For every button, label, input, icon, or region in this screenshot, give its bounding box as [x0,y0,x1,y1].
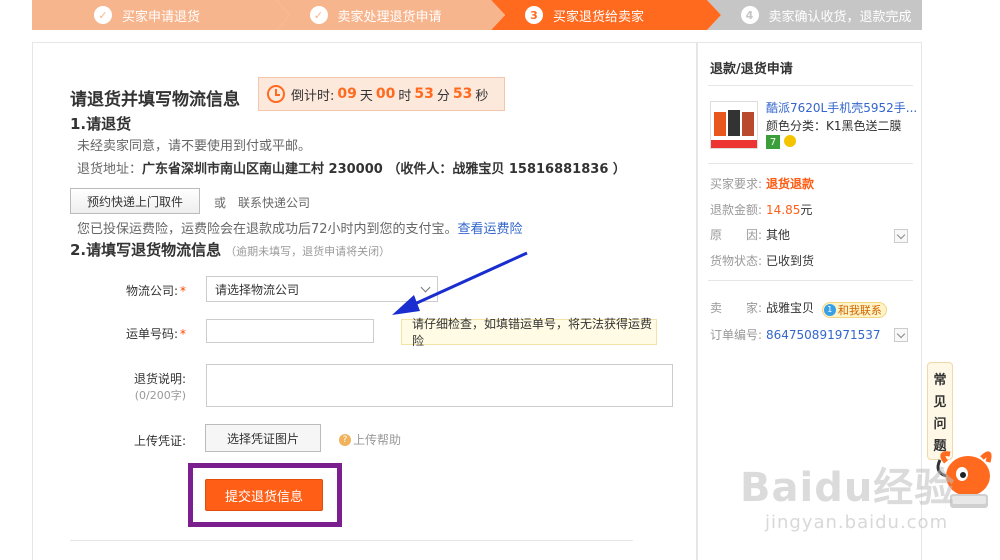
section-2-heading: 2.请填写退货物流信息 （逾期未填写，退货申请将关闭） [70,239,390,260]
currency-unit: 元 [800,203,813,217]
address-label: 退货地址： [77,162,143,177]
kv-key: 订单编号: [710,328,763,342]
kv-key: 买家要求: [710,177,763,191]
kv-value: 退货退款 [766,177,815,191]
faq-char: 见 [933,394,947,410]
faq-char: 常 [933,372,947,388]
faq-char: 问 [933,416,947,432]
return-form-panel: 请退货并填写物流信息 倒计时: 09 天 00 时 53 分 53 秒 1.请退… [32,42,697,560]
char-count: (0/200字) [134,389,186,402]
progress-steps: ✓ 买家申请退货 ✓ 卖家处理退货申请 3 买家退货给卖家 4 卖家确认收货，退… [32,0,922,30]
goods-status: 货物状态: 已收到货 [710,252,814,269]
view-insurance-link[interactable]: 查看运费险 [458,222,523,237]
kv-value: 14.85 [766,203,801,217]
divider [70,540,633,541]
contact-label: 和我联系 [837,303,882,317]
step-label: 买家退货给卖家 [553,9,645,25]
step-2: ✓ 卖家处理退货申请 [275,0,505,30]
refund-reason: 原 因: 其他 [710,226,790,243]
order-number: 订单编号: 864750891971537 [710,326,881,343]
required-mark: * [180,327,186,341]
countdown-minutes: 53 [414,86,434,102]
return-description-textarea[interactable] [206,364,673,407]
unit: 天 [359,88,373,104]
step-1: ✓ 买家申请退货 [32,0,289,30]
kv-key: 退款金额: [710,203,763,217]
expand-reason-button[interactable] [894,229,908,243]
deadline-note: （逾期未填写，退货申请将关闭） [225,245,391,258]
label-text: 物流公司: [125,284,178,298]
refund-amount: 退款金额: 14.85元 [710,201,812,218]
step-4: 4 卖家确认收货，退款完成 [706,0,922,30]
step-3: 3 买家退货给卖家 [491,0,720,30]
baidu-watermark-url: jingyan.baidu.com [765,512,949,533]
upload-help-link[interactable]: ? 上传帮助 [339,431,401,448]
countdown-hours: 00 [375,86,396,102]
expand-order-button[interactable] [894,328,908,342]
step-number: 4 [740,6,759,24]
choose-voucher-image-button[interactable]: 选择凭证图片 [205,424,321,452]
order-number-link[interactable]: 864750891971537 [766,328,881,342]
step-number: 3 [525,6,543,24]
step-label: 卖家处理退货申请 [337,9,442,25]
buyer-request: 买家要求: 退货退款 [710,175,814,192]
bulb-icon [784,135,796,147]
unit: 分 [436,88,450,104]
unit: 秒 [475,88,489,104]
check-icon: ✓ [94,6,112,24]
page-title: 请退货并填写物流信息 [70,90,240,110]
label-text: 退货说明: [133,372,186,386]
kv-value: 战雅宝贝 [766,301,815,315]
step-label: 买家申请退货 [122,9,201,25]
kv-key: 卖 家: [710,301,763,315]
tracking-number-label: 运单号码: * [96,325,186,342]
check-icon: ✓ [309,6,328,24]
seller: 卖 家: 战雅宝贝 1 和我联系 [710,299,887,318]
section-2-title: 2.请填写退货物流信息 [70,241,222,259]
divider [708,85,913,86]
question-icon: ? [339,433,351,446]
countdown-timer: 倒计时: 09 天 00 时 53 分 53 秒 [258,77,505,111]
unit: 时 [398,88,412,104]
chat-icon: 1 [823,303,836,316]
summary-title: 退款/退货申请 [710,62,793,77]
tracking-number-input[interactable] [206,319,374,343]
seven-day-return-badge: 7 [766,135,780,149]
or-text: 或 [214,196,227,210]
upload-help-text: 上传帮助 [353,433,402,447]
no-cod-note: 未经卖家同意，请不要使用到付或平邮。 [77,139,312,154]
clock-icon [267,85,285,103]
address-value: 广东省深圳市南山区南山建工村 230000 （收件人：战雅宝贝 15816881… [142,162,626,177]
countdown-days: 09 [337,86,357,102]
countdown-seconds: 53 [452,86,473,102]
return-address: 退货地址：广东省深圳市南山区南山建工村 230000 （收件人：战雅宝贝 158… [77,158,626,177]
kv-value: 其他 [766,228,791,242]
submit-return-button[interactable]: 提交退货信息 [205,479,323,511]
annotation-arrow [392,251,528,315]
product-color: 颜色分类：K1黑色送二膜 [766,119,902,133]
logistics-company-label: 物流公司: * [96,282,186,299]
step-label: 卖家确认收货，退款完成 [768,9,912,25]
insurance-text: 您已投保运费险，运费险会在退款成功后72小时内到您的支付宝。 [77,222,458,237]
divider [708,280,913,281]
countdown-label: 倒计时: [291,88,335,104]
product-thumbnail[interactable] [710,101,758,149]
contact-seller-button[interactable]: 1 和我联系 [821,301,887,318]
product-name-link[interactable]: 酷派7620L手机壳5952手... [766,99,917,116]
baidu-watermark: Baidu经验 [740,465,956,511]
select-value: 请选择物流公司 [215,282,300,297]
insurance-note: 您已投保运费险，运费险会在退款成功后72小时内到您的支付宝。查看运费险 [77,218,523,237]
schedule-pickup-button[interactable]: 预约快递上门取件 [70,188,200,214]
section-1-heading: 1.请退货 [70,115,132,133]
required-mark: * [180,284,186,298]
kv-key: 原 因: [710,228,763,242]
return-description-label: 退货说明: (0/200字) [96,370,186,403]
contact-express-text: 联系快递公司 [238,196,311,210]
label-text: 运单号码: [125,327,178,341]
refund-return-page: ✓ 买家申请退货 ✓ 卖家处理退货申请 3 买家退货给卖家 4 卖家确认收货，退… [0,0,1000,560]
kv-value: 已收到货 [766,254,815,268]
divider [708,163,913,164]
kv-key: 货物状态: [710,254,763,268]
upload-voucher-label: 上传凭证: [133,434,186,448]
